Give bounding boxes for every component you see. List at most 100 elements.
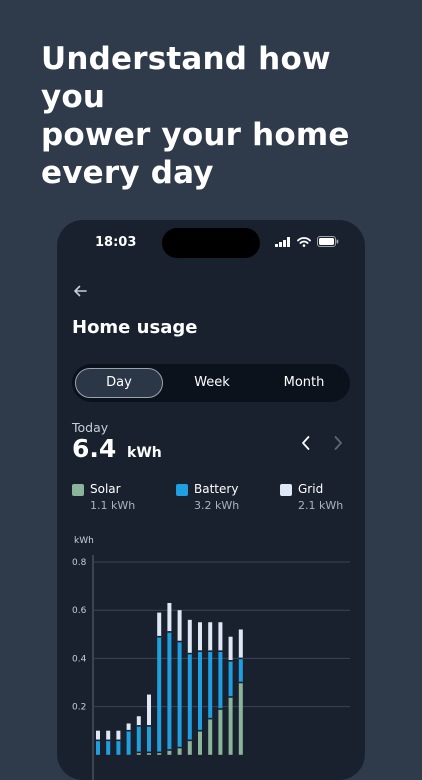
- bar-segment-gap: [208, 717, 213, 720]
- bar-segment-gap: [198, 650, 202, 652]
- battery-icon: [317, 236, 339, 247]
- bar-segment-gap: [96, 739, 100, 742]
- wifi-icon: [297, 236, 311, 247]
- bar-battery: [96, 740, 100, 755]
- bar-grid: [96, 730, 100, 741]
- bar-solar: [198, 730, 202, 755]
- y-tick-label: 0.8: [72, 558, 87, 568]
- bar-segment-gap: [157, 751, 162, 754]
- bar-segment-gap: [228, 696, 233, 698]
- bar-battery: [218, 651, 223, 710]
- y-tick-label: 0.6: [72, 606, 87, 616]
- tab-week[interactable]: Week: [169, 368, 255, 398]
- total-usage: 6.4 kWh: [72, 434, 162, 463]
- bar-grid: [157, 612, 162, 637]
- solar-swatch: [72, 484, 84, 496]
- bar-segment-gap: [177, 746, 182, 749]
- bar-solar: [238, 682, 243, 755]
- bar-battery: [116, 740, 121, 755]
- bar-grid: [147, 694, 151, 726]
- bar-segment-gap: [106, 739, 111, 742]
- headline: Understand how you power your home every…: [41, 40, 401, 192]
- bar-solar: [228, 696, 233, 755]
- bar-battery: [238, 658, 243, 683]
- bar-segment-gap: [157, 635, 162, 638]
- bar-segment-gap: [116, 739, 121, 742]
- period-selector: Day Week Month: [72, 364, 350, 402]
- back-arrow-icon[interactable]: [71, 282, 89, 300]
- bar-segment-gap: [147, 725, 151, 727]
- bar-grid: [198, 622, 202, 652]
- phone-screen: 18:03 Home usage Day Week Month Today 6.…: [57, 220, 365, 780]
- page-title: Home usage: [72, 317, 198, 338]
- total-usage-unit: kWh: [127, 445, 162, 461]
- tab-day[interactable]: Day: [75, 368, 163, 398]
- battery-swatch: [176, 484, 188, 496]
- bar-grid: [136, 716, 141, 726]
- bar-segment-gap: [177, 640, 182, 643]
- status-time: 18:03: [95, 235, 137, 250]
- bar-solar: [208, 718, 213, 755]
- bar-battery: [147, 725, 151, 753]
- bar-grid: [238, 629, 243, 659]
- bar-solar: [187, 740, 192, 755]
- bar-segment-gap: [218, 708, 223, 710]
- legend-grid-name: Grid: [298, 482, 324, 496]
- bar-segment-gap: [187, 739, 192, 742]
- y-tick-label: 0.2: [72, 703, 86, 713]
- bar-battery: [198, 651, 202, 731]
- bar-segment-gap: [147, 751, 151, 754]
- bar-battery: [228, 660, 233, 697]
- period-label: Today: [72, 420, 109, 435]
- bar-grid: [126, 723, 131, 731]
- headline-line-1: Understand how you: [41, 41, 331, 115]
- bar-grid: [167, 602, 172, 632]
- bar-segment-gap: [198, 729, 202, 732]
- bar-battery: [187, 653, 192, 741]
- legend-solar-value: 1.1 kWh: [90, 499, 136, 512]
- headline-line-2: power your home: [41, 117, 350, 153]
- bar-battery: [106, 740, 111, 755]
- y-tick-label: 0.4: [72, 654, 87, 664]
- bar-segment-gap: [238, 681, 243, 684]
- y-axis-label: kWh: [74, 536, 94, 546]
- headline-line-3: every day: [41, 155, 214, 191]
- chevron-left-icon[interactable]: [298, 434, 314, 452]
- bar-segment-gap: [218, 650, 223, 652]
- signal-icon: [275, 236, 290, 247]
- legend-solar-name: Solar: [90, 482, 121, 496]
- bar-battery: [126, 730, 131, 755]
- bar-solar: [177, 747, 182, 755]
- bar-grid: [208, 622, 213, 652]
- bar-battery: [157, 636, 162, 753]
- bar-grid: [187, 619, 192, 654]
- bar-grid: [218, 622, 223, 652]
- grid-swatch: [280, 484, 292, 496]
- bar-battery: [208, 651, 213, 719]
- bar-segment-gap: [208, 650, 213, 652]
- bar-grid: [228, 636, 233, 661]
- bar-segment-gap: [228, 660, 233, 662]
- bar-solar: [218, 709, 223, 755]
- bar-segment-gap: [187, 652, 192, 655]
- bar-segment-gap: [136, 751, 141, 754]
- bar-segment-gap: [136, 725, 141, 727]
- tab-month[interactable]: Month: [261, 368, 347, 398]
- bar-grid: [116, 730, 121, 741]
- bar-segment-gap: [238, 657, 243, 660]
- bar-segment-gap: [126, 729, 131, 732]
- bar-battery: [167, 631, 172, 750]
- bar-segment-gap: [167, 631, 172, 633]
- legend-battery-value: 3.2 kWh: [194, 499, 240, 512]
- status-icons: [275, 236, 339, 247]
- bar-grid: [106, 730, 111, 741]
- total-usage-value: 6.4: [72, 434, 117, 463]
- usage-chart: kWh 0.8 0.6 0.4 0.2: [72, 536, 350, 780]
- bar-grid: [177, 610, 182, 642]
- chevron-right-icon[interactable]: [330, 434, 346, 452]
- bar-battery: [177, 641, 182, 748]
- dynamic-island: [162, 228, 260, 258]
- legend-battery-name: Battery: [194, 482, 239, 496]
- bar-battery: [136, 725, 141, 753]
- legend-grid-value: 2.1 kWh: [298, 499, 344, 512]
